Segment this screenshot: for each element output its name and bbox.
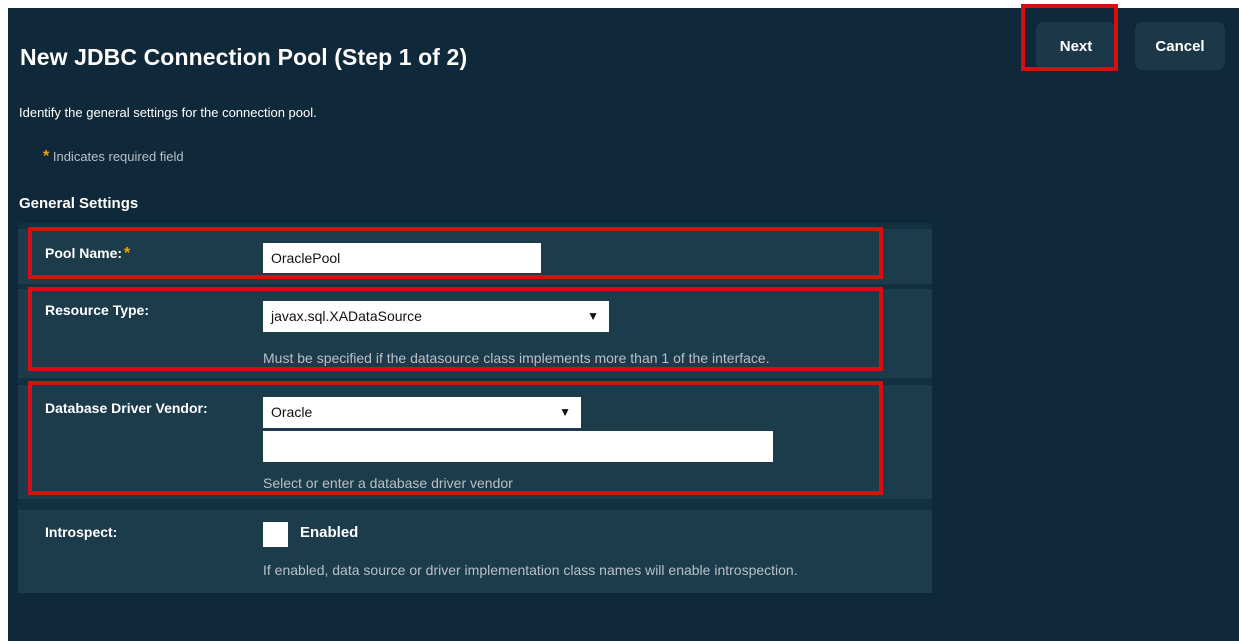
resource-type-highlight: [28, 287, 883, 371]
intro-text: Identify the general settings for the co…: [19, 105, 317, 120]
introspect-checkbox[interactable]: [263, 522, 288, 547]
pool-name-highlight: [28, 227, 883, 279]
introspect-row: Introspect: Enabled If enabled, data sou…: [18, 510, 932, 593]
section-title: General Settings: [19, 195, 139, 212]
required-field-note: * Indicates required field: [43, 148, 184, 166]
cancel-button[interactable]: Cancel: [1135, 22, 1225, 70]
introspect-checkbox-label[interactable]: Enabled: [300, 524, 358, 541]
required-star-icon: *: [43, 148, 50, 165]
page-title: New JDBC Connection Pool (Step 1 of 2): [20, 44, 468, 70]
introspect-help: If enabled, data source or driver implem…: [263, 562, 798, 578]
introspect-label: Introspect:: [45, 524, 118, 540]
driver-vendor-highlight: [28, 381, 883, 495]
next-button-highlight: [1021, 4, 1118, 71]
required-note-text: Indicates required field: [52, 149, 184, 164]
